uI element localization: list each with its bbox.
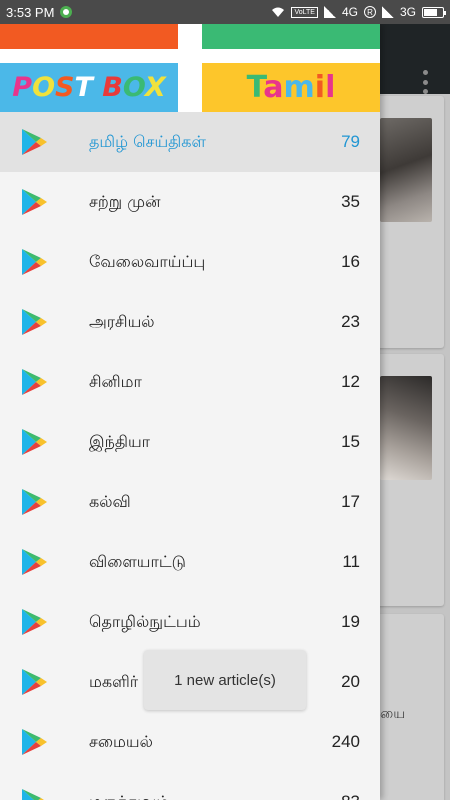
drawer-item-label: அரசியல் — [89, 312, 155, 331]
roaming-icon: R — [363, 6, 376, 18]
drawer-item-count: 20 — [341, 672, 360, 691]
drawer-item-label: விளையாட்டு — [89, 552, 186, 571]
google-play-icon — [22, 369, 47, 395]
signal-icon — [323, 6, 336, 18]
google-play-icon — [22, 789, 44, 800]
google-play-icon — [22, 669, 47, 695]
drawer-item[interactable]: சமையல் 240 — [0, 712, 380, 772]
google-play-icon — [22, 489, 47, 515]
drawer-item-count: 240 — [331, 732, 360, 751]
drawer-item-count: 12 — [341, 372, 360, 391]
status-time: 3:53 PM — [6, 4, 55, 20]
drawer-item-label: சினிமா — [89, 372, 142, 391]
tamil-logo: Tamil — [202, 63, 380, 112]
drawer-item-label: மருத்துவம் — [89, 772, 169, 800]
postbox-logo-text: POST BOX — [12, 72, 166, 103]
drawer-item-count: 35 — [341, 192, 360, 211]
drawer-item-label: சற்று முன் — [89, 192, 161, 211]
drawer-item[interactable]: விளையாட்டு 11 — [0, 532, 380, 592]
wifi-icon — [272, 7, 285, 17]
drawer-item-count: 11 — [342, 552, 360, 571]
article-card[interactable] — [372, 354, 444, 606]
drawer-item-count: 16 — [341, 252, 360, 271]
status-bar: 3:53 PM VoLTE 4G R 3G — [0, 0, 450, 24]
network-type-1: 4G — [341, 5, 358, 19]
google-play-icon — [22, 189, 47, 215]
drawer-item[interactable]: சினிமா 12 — [0, 352, 380, 412]
volte-badge: VoLTE — [291, 6, 318, 18]
notification-icon — [60, 6, 73, 18]
drawer-item[interactable]: இந்தியா 15 — [0, 412, 380, 472]
drawer-item-count: 17 — [341, 492, 360, 511]
overflow-menu-icon[interactable] — [422, 70, 428, 94]
drawer-item-label: சமையல் — [89, 732, 153, 751]
google-play-icon — [22, 609, 47, 635]
google-play-icon — [22, 129, 47, 155]
header-block-green — [202, 24, 380, 49]
google-play-icon — [22, 429, 47, 455]
battery-icon — [422, 6, 446, 18]
drawer-item-label: வேலைவாய்ப்பு — [89, 252, 206, 271]
drawer-item[interactable]: தமிழ் செய்திகள் 79 — [0, 112, 380, 172]
drawer-item-label: தொழில்நுட்பம் — [89, 612, 201, 631]
drawer-item-count: 23 — [341, 312, 360, 331]
drawer-item[interactable]: அரசியல் 23 — [0, 292, 380, 352]
google-play-icon — [22, 249, 47, 275]
drawer-item[interactable]: கல்வி 17 — [0, 472, 380, 532]
network-type-2: 3G — [399, 5, 416, 19]
header-block-orange — [0, 24, 178, 49]
article-snippet: யை — [380, 706, 406, 722]
drawer-header: POST BOX Tamil — [0, 24, 380, 112]
drawer-item[interactable]: மருத்துவம் 83 — [0, 772, 380, 800]
article-card[interactable]: யை — [372, 614, 444, 800]
drawer-item-label: கல்வி — [89, 492, 131, 511]
drawer-item[interactable]: தொழில்நுட்பம் 19 — [0, 592, 380, 652]
google-play-icon — [22, 549, 47, 575]
drawer-item[interactable]: வேலைவாய்ப்பு 16 — [0, 232, 380, 292]
drawer-item-label: மகளிர் — [89, 672, 139, 691]
drawer-item[interactable]: சற்று முன் 35 — [0, 172, 380, 232]
signal-icon-2 — [381, 6, 394, 18]
tamil-logo-text: Tamil — [246, 70, 336, 105]
article-card[interactable] — [372, 96, 444, 348]
drawer-item-count: 15 — [341, 432, 360, 451]
toast-message: 1 new article(s) — [144, 650, 306, 710]
article-thumbnail — [380, 376, 432, 480]
drawer-item-label: இந்தியா — [89, 432, 151, 451]
article-thumbnail — [380, 118, 432, 222]
google-play-icon — [22, 309, 47, 335]
postbox-logo: POST BOX — [0, 63, 178, 112]
drawer-item-count: 19 — [341, 612, 360, 631]
google-play-icon — [22, 729, 47, 755]
drawer-item-label: தமிழ் செய்திகள் — [89, 132, 206, 151]
drawer-item-count: 79 — [341, 132, 360, 151]
drawer-item-count: 83 — [341, 772, 360, 800]
